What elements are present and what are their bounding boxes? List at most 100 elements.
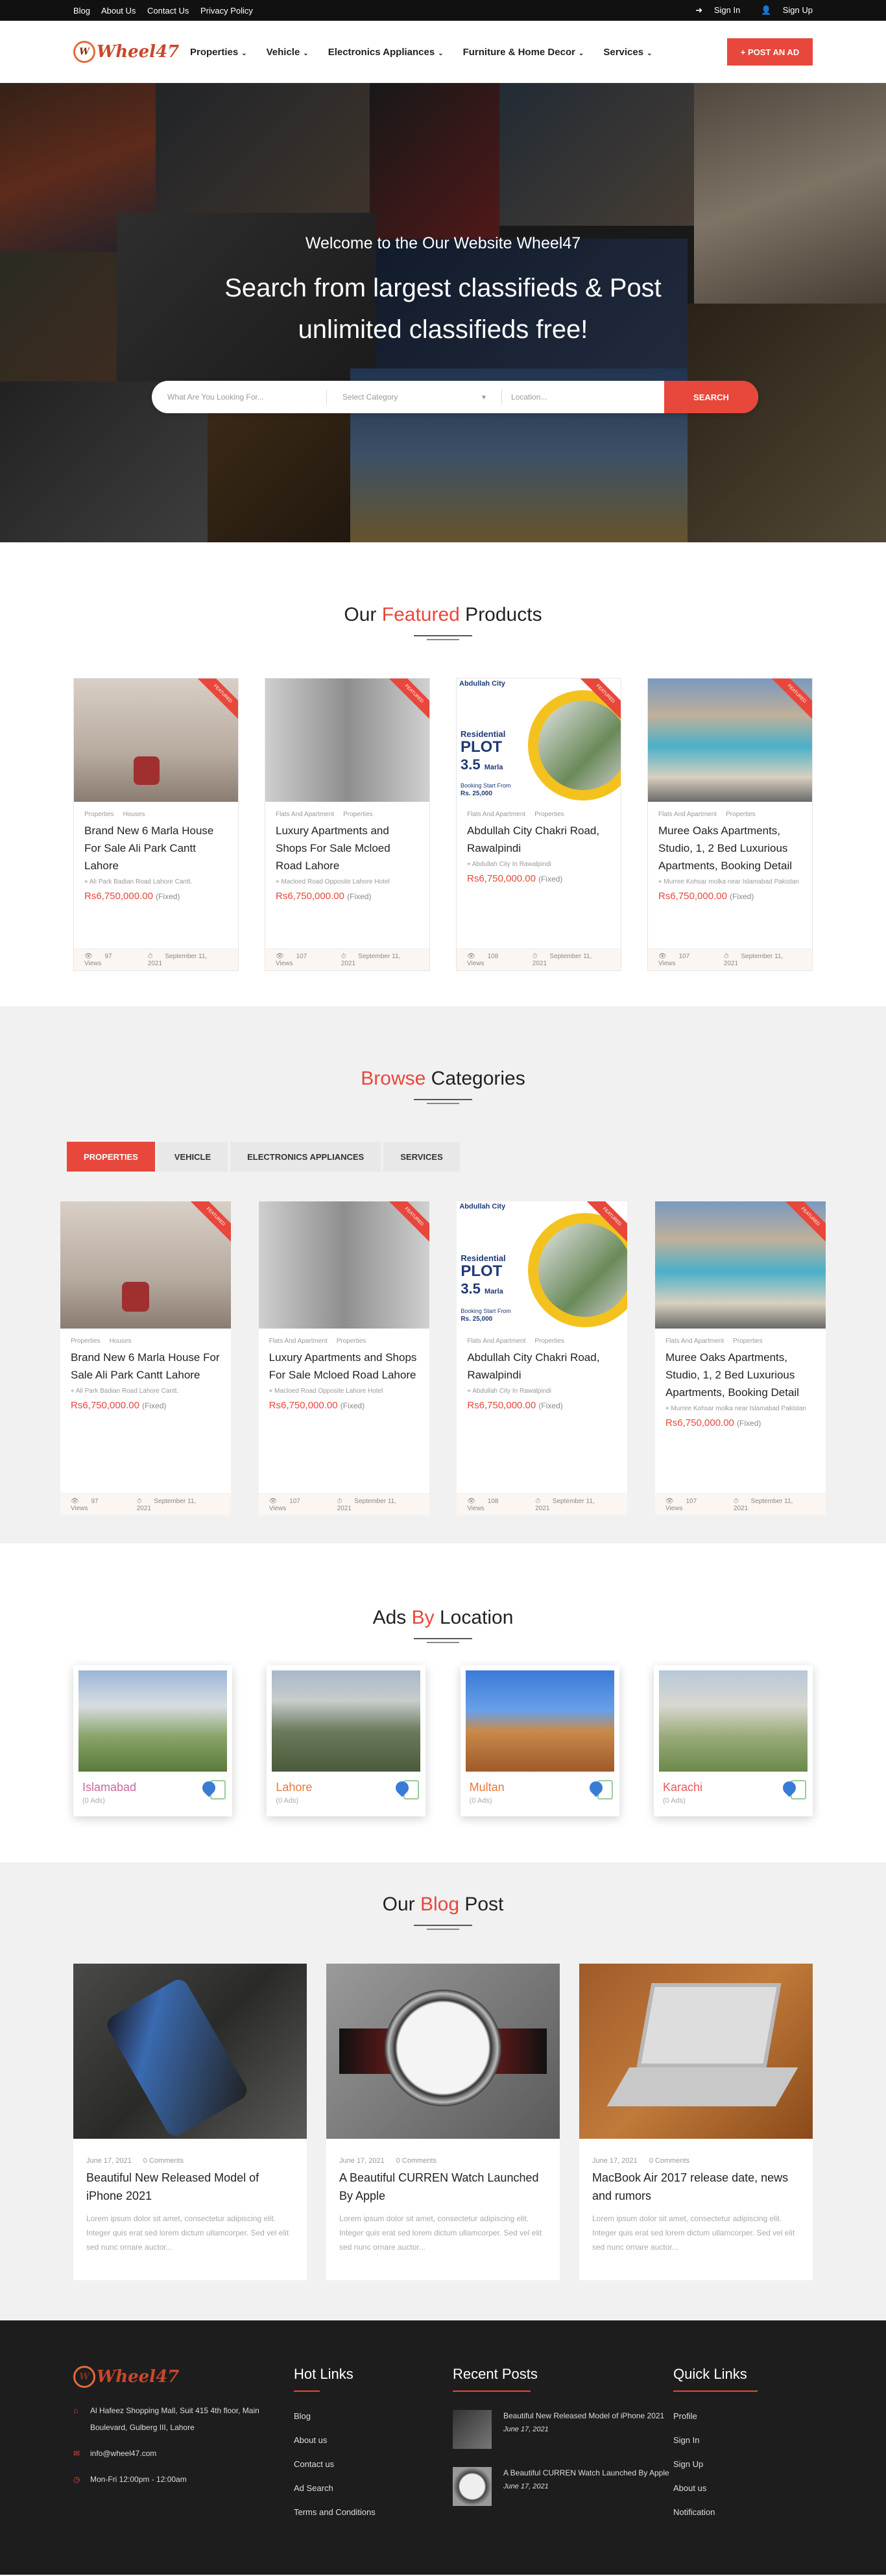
blog-post-card[interactable]: June 17, 2021 0 Comments A Beautiful CURR… xyxy=(326,1964,560,2280)
post-date: ⏱ September 11, 2021 xyxy=(147,952,208,967)
product-title[interactable]: Muree Oaks Apartments, Studio, 1, 2 Bed … xyxy=(665,1349,815,1401)
product-card[interactable]: FEATURED Flats And Apartment Properties M… xyxy=(654,1201,826,1515)
category-label[interactable]: Properties xyxy=(84,811,114,818)
clock-icon: ⏱ xyxy=(341,952,346,960)
footer-link-sign-in[interactable]: Sign In xyxy=(673,2435,813,2445)
footer-link-notification[interactable]: Notification xyxy=(673,2507,813,2517)
nav-properties[interactable]: Properties ⌄ xyxy=(190,47,247,58)
footer-email[interactable]: ✉ info@wheel47.com xyxy=(73,2445,294,2462)
footer-logo[interactable]: W Wheel47 xyxy=(73,2366,186,2388)
post-date: ⏱ September 11, 2021 xyxy=(136,1497,197,1512)
product-image[interactable]: FEATURED xyxy=(258,1201,429,1329)
product-image[interactable]: FEATURED xyxy=(265,679,429,802)
category-label[interactable]: Properties xyxy=(534,1338,564,1345)
product-card[interactable]: Abdullah City Residential PLOT 3.5 Marla… xyxy=(457,1201,628,1515)
product-title[interactable]: Luxury Apartments and Shops For Sale Mcl… xyxy=(269,1349,419,1384)
location-card-lahore[interactable]: Lahore (0 Ads) xyxy=(267,1665,426,1816)
product-image[interactable]: Abdullah City Residential PLOT 3.5 Marla… xyxy=(457,679,621,802)
nav-electronics[interactable]: Electronics Appliances ⌄ xyxy=(328,47,444,58)
product-title[interactable]: Brand New 6 Marla House For Sale Ali Par… xyxy=(71,1349,221,1384)
category-label[interactable]: Properties xyxy=(726,811,756,818)
category-label[interactable]: Houses xyxy=(110,1338,132,1345)
blog-post-card[interactable]: June 17, 2021 0 Comments MacBook Air 2017… xyxy=(579,1964,813,2280)
product-card[interactable]: FEATURED Flats And Apartment Properties M… xyxy=(647,678,813,971)
recent-posts-title: Recent Posts xyxy=(453,2366,538,2382)
product-image[interactable]: Abdullah City Residential PLOT 3.5 Marla… xyxy=(457,1201,628,1329)
product-title[interactable]: Muree Oaks Apartments, Studio, 1, 2 Bed … xyxy=(658,822,802,874)
category-label[interactable]: Flats And Apartment xyxy=(665,1338,724,1345)
category-select[interactable]: Select Category ▾ xyxy=(327,389,502,405)
category-label[interactable]: Properties xyxy=(71,1338,101,1345)
footer-link-sign-up[interactable]: Sign Up xyxy=(673,2459,813,2469)
blog-post-title[interactable]: MacBook Air 2017 release date, news and … xyxy=(592,2169,800,2205)
category-label[interactable]: Properties xyxy=(534,811,564,818)
recent-post[interactable]: Beautiful New Released Model of iPhone 2… xyxy=(453,2410,673,2449)
footer-link-profile[interactable]: Profile xyxy=(673,2411,813,2421)
product-image[interactable]: FEATURED xyxy=(74,679,238,802)
tab-services[interactable]: SERVICES xyxy=(383,1142,460,1172)
category-label[interactable]: Flats And Apartment xyxy=(658,811,717,818)
blog-post-title[interactable]: Beautiful New Released Model of iPhone 2… xyxy=(86,2169,294,2205)
footer-link-blog[interactable]: Blog xyxy=(294,2411,453,2421)
product-title[interactable]: Brand New 6 Marla House For Sale Ali Par… xyxy=(84,822,228,874)
card-footer: 👁 97 Views ⏱ September 11, 2021 xyxy=(74,948,238,970)
location-card-karachi[interactable]: Karachi (0 Ads) xyxy=(653,1665,813,1816)
blog-post-image[interactable] xyxy=(326,1964,560,2139)
tab-properties[interactable]: PROPERTIES xyxy=(67,1142,155,1172)
footer-link-ad-search[interactable]: Ad Search xyxy=(294,2483,453,2493)
post-comments[interactable]: 0 Comments xyxy=(143,2157,184,2165)
location-card-islamabad[interactable]: Islamabad (0 Ads) xyxy=(73,1665,232,1816)
location-card-multan[interactable]: Multan (0 Ads) xyxy=(460,1665,619,1816)
category-label[interactable]: Properties xyxy=(337,1338,366,1345)
blog-post-image[interactable] xyxy=(579,1964,813,2139)
product-card[interactable]: Abdullah City Residential PLOT 3.5 Marla… xyxy=(456,678,621,971)
category-label[interactable]: Flats And Apartment xyxy=(467,811,525,818)
category-label[interactable]: Flats And Apartment xyxy=(269,1338,328,1345)
product-image[interactable]: FEATURED xyxy=(648,679,812,802)
product-card[interactable]: FEATURED Flats And Apartment Properties L… xyxy=(265,678,430,971)
product-title[interactable]: Luxury Apartments and Shops For Sale Mcl… xyxy=(276,822,419,874)
product-title[interactable]: Abdullah City Chakri Road, Rawalpindi xyxy=(467,1349,617,1384)
post-comments[interactable]: 0 Comments xyxy=(649,2157,689,2165)
category-label[interactable]: Houses xyxy=(123,811,145,818)
topbar-link-about[interactable]: About Us xyxy=(101,6,136,16)
search-input[interactable]: What Are You Looking For... xyxy=(152,389,327,405)
category-label[interactable]: Properties xyxy=(343,811,373,818)
views-count: 👁 108 Views xyxy=(467,952,499,967)
category-label[interactable]: Properties xyxy=(733,1338,763,1345)
tab-vehicle[interactable]: VEHICLE xyxy=(157,1142,228,1172)
post-ad-button[interactable]: + POST AN AD xyxy=(727,38,813,66)
blog-post-image[interactable] xyxy=(73,1964,307,2139)
nav-vehicle[interactable]: Vehicle ⌄ xyxy=(267,47,309,58)
map-pin-icon: ⌖ xyxy=(276,878,280,885)
footer-address: ⌂ Al Hafeez Shopping Mall, Suit 415 4th f… xyxy=(73,2402,294,2436)
footer-link-about-us[interactable]: About us xyxy=(673,2483,813,2493)
sign-up-link[interactable]: 👤 Sign Up xyxy=(752,5,813,15)
post-comments[interactable]: 0 Comments xyxy=(396,2157,437,2165)
nav-furniture[interactable]: Furniture & Home Decor ⌄ xyxy=(463,47,584,58)
category-label[interactable]: Flats And Apartment xyxy=(276,811,334,818)
product-title[interactable]: Abdullah City Chakri Road, Rawalpindi xyxy=(467,822,610,857)
tab-electronics[interactable]: ELECTRONICS APPLIANCES xyxy=(230,1142,381,1172)
product-image[interactable]: FEATURED xyxy=(654,1201,826,1329)
recent-post[interactable]: A Beautiful CURREN Watch Launched By App… xyxy=(453,2467,673,2506)
search-button[interactable]: SEARCH xyxy=(664,381,758,413)
footer-link-about[interactable]: About us xyxy=(294,2435,453,2445)
nav-services[interactable]: Services ⌄ xyxy=(603,47,652,58)
product-card[interactable]: FEATURED Properties Houses Brand New 6 Ma… xyxy=(73,678,239,971)
product-image[interactable]: FEATURED xyxy=(60,1201,231,1329)
product-card[interactable]: FEATURED Flats And Apartment Properties L… xyxy=(258,1201,429,1515)
product-card[interactable]: FEATURED Properties Houses Brand New 6 Ma… xyxy=(60,1201,231,1515)
topbar-link-contact[interactable]: Contact Us xyxy=(147,6,189,16)
category-label[interactable]: Flats And Apartment xyxy=(467,1338,525,1345)
blog-post-card[interactable]: June 17, 2021 0 Comments Beautiful New Re… xyxy=(73,1964,307,2280)
sign-in-link[interactable]: ➜ Sign In xyxy=(686,5,740,15)
blog-post-title[interactable]: A Beautiful CURREN Watch Launched By App… xyxy=(339,2169,547,2205)
footer-link-terms[interactable]: Terms and Conditions xyxy=(294,2507,453,2517)
location-input[interactable]: Location... xyxy=(502,392,664,402)
topbar-link-blog[interactable]: Blog xyxy=(73,6,90,16)
site-logo[interactable]: W Wheel47 xyxy=(73,41,186,63)
footer-link-contact[interactable]: Contact us xyxy=(294,2459,453,2469)
topbar-link-privacy[interactable]: Privacy Policy xyxy=(200,6,253,16)
quick-links-title: Quick Links xyxy=(673,2366,747,2382)
